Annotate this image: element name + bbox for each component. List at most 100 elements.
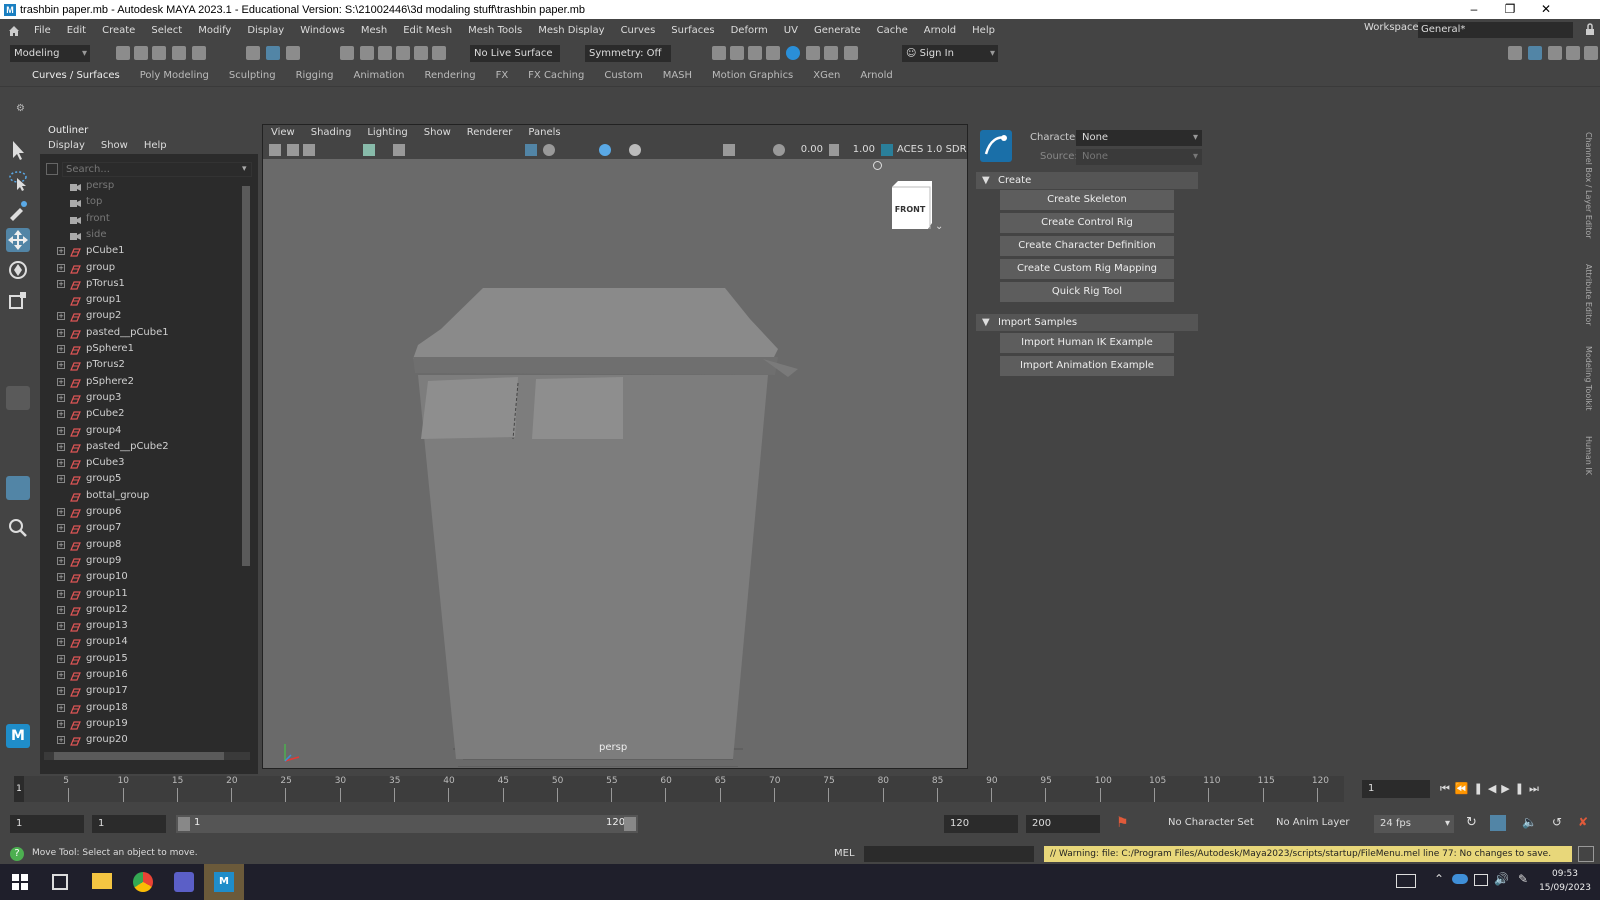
auto-key-icon[interactable]: ⚑	[1116, 815, 1129, 831]
viewport-menu-show[interactable]: Show	[416, 125, 459, 141]
outliner-hscrollbar[interactable]	[44, 752, 250, 760]
play-backward-icon[interactable]: ◀	[1488, 782, 1501, 795]
current-frame-field[interactable]: 1	[1362, 780, 1430, 798]
clock-time[interactable]: 09:53	[1540, 869, 1590, 879]
outliner-row[interactable]: + group13	[40, 618, 240, 634]
create-character-definition-button[interactable]: Create Character Definition	[1000, 236, 1174, 256]
gamma-field[interactable]: 1.00	[841, 143, 875, 157]
help-icon[interactable]: ?	[10, 847, 24, 861]
menu-windows[interactable]: Windows	[292, 25, 353, 36]
shelf-tab-fx-caching[interactable]: FX Caching	[518, 66, 594, 86]
outliner-row[interactable]: + pTorus1	[40, 276, 240, 292]
save-scene-icon[interactable]	[152, 46, 166, 60]
color-management-icon[interactable]	[881, 144, 893, 156]
expand-icon[interactable]: +	[57, 703, 65, 712]
outliner-row[interactable]: + pCube1	[40, 243, 240, 259]
snap-view-icon[interactable]	[396, 46, 410, 60]
exposure-icon[interactable]	[773, 144, 785, 156]
outliner-row[interactable]: + group3	[40, 390, 240, 406]
render-view-icon[interactable]	[712, 46, 726, 60]
chevron-up-icon[interactable]: ⌃	[1434, 872, 1444, 886]
channel-box-toggle-icon[interactable]	[1566, 46, 1580, 60]
outliner-row[interactable]: bottal_group	[40, 488, 240, 504]
outliner-row[interactable]: + pCube3	[40, 455, 240, 471]
menu-file[interactable]: File	[26, 25, 59, 36]
right-tab-attribute-editor[interactable]: Attribute Editor	[1584, 264, 1593, 326]
menu-select[interactable]: Select	[143, 25, 190, 36]
expand-icon[interactable]: +	[57, 654, 65, 663]
outliner-row[interactable]: + group10	[40, 569, 240, 585]
loop-icon[interactable]: ↻	[1466, 815, 1477, 830]
live-surface-field[interactable]: No Live Surface	[470, 45, 560, 62]
character-set-label[interactable]: No Character Set	[1168, 817, 1254, 828]
menu-modify[interactable]: Modify	[190, 25, 239, 36]
outliner-row[interactable]: + group19	[40, 716, 240, 732]
quick-rig-tool-button[interactable]: Quick Rig Tool	[1000, 282, 1174, 302]
create-skeleton-button[interactable]: Create Skeleton	[1000, 190, 1174, 210]
expand-icon[interactable]: +	[57, 524, 65, 533]
select-component-icon[interactable]	[286, 46, 300, 60]
expand-icon[interactable]: +	[57, 312, 65, 321]
single-perspective-layout-icon[interactable]	[6, 386, 30, 410]
paint-select-tool-icon[interactable]	[6, 198, 30, 222]
menu-edit-mesh[interactable]: Edit Mesh	[395, 25, 460, 36]
gamma-icon[interactable]	[829, 144, 839, 156]
search-icon[interactable]	[6, 516, 30, 540]
shelf-tab-mash[interactable]: MASH	[653, 66, 702, 86]
shelf-tab-arnold[interactable]: Arnold	[850, 66, 902, 86]
right-tab-modeling-toolkit[interactable]: Modeling Toolkit	[1584, 346, 1593, 410]
expand-icon[interactable]: +	[57, 247, 65, 256]
create-section-header[interactable]: ▼ Create	[976, 172, 1198, 189]
expand-icon[interactable]: +	[57, 410, 65, 419]
minimize-icon[interactable]: –	[1456, 0, 1492, 19]
outliner-row[interactable]: + pSphere1	[40, 341, 240, 357]
workspace-dropdown[interactable]: General*	[1418, 22, 1573, 38]
wireframe-on-shaded-icon[interactable]	[543, 144, 555, 156]
step-forward-key-icon[interactable]: ❚	[1515, 782, 1529, 795]
outliner-row[interactable]: side	[40, 227, 240, 243]
layer-editor-toggle-icon[interactable]	[1584, 46, 1598, 60]
task-view-icon[interactable]	[52, 874, 68, 890]
menu-mesh-tools[interactable]: Mesh Tools	[460, 25, 530, 36]
open-scene-icon[interactable]	[134, 46, 148, 60]
outliner-row[interactable]: + group4	[40, 423, 240, 439]
expand-icon[interactable]: +	[57, 263, 65, 272]
menu-mesh-display[interactable]: Mesh Display	[530, 25, 612, 36]
menu-uv[interactable]: UV	[776, 25, 806, 36]
outliner-layout-icon[interactable]	[6, 476, 30, 500]
expand-icon[interactable]: +	[57, 377, 65, 386]
four-view-layout-icon[interactable]	[6, 416, 30, 440]
teams-icon[interactable]	[174, 872, 194, 892]
import-human-ik-example-button[interactable]: Import Human IK Example	[1000, 333, 1174, 353]
rotate-tool-icon[interactable]	[6, 258, 30, 282]
new-scene-icon[interactable]	[116, 46, 130, 60]
animation-prefs-icon[interactable]: ✘	[1578, 815, 1588, 829]
go-to-end-icon[interactable]: ⏭	[1529, 782, 1544, 795]
time-slider-track[interactable]	[14, 776, 1344, 802]
menu-create[interactable]: Create	[94, 25, 143, 36]
windows-start-icon[interactable]	[12, 874, 28, 890]
outliner-row[interactable]: + pSphere2	[40, 374, 240, 390]
menu-arnold[interactable]: Arnold	[916, 25, 964, 36]
expand-icon[interactable]: +	[57, 622, 65, 631]
outliner-row[interactable]: + group5	[40, 471, 240, 487]
expand-icon[interactable]: +	[57, 508, 65, 516]
menu-cache[interactable]: Cache	[869, 25, 916, 36]
two-view-layout-icon[interactable]	[6, 446, 30, 470]
symmetry-dropdown[interactable]: Symmetry: Off	[585, 45, 671, 62]
step-back-key-icon[interactable]: ❚	[1474, 782, 1488, 795]
menu-edit[interactable]: Edit	[59, 25, 94, 36]
snap-surface-icon[interactable]	[414, 46, 428, 60]
step-back-icon[interactable]: ⏪	[1455, 782, 1474, 795]
expand-icon[interactable]: +	[57, 540, 65, 549]
file-explorer-icon[interactable]	[92, 873, 112, 889]
fps-dropdown[interactable]: 24 fps ▾	[1374, 815, 1454, 833]
arnold-ipr-icon[interactable]	[824, 46, 838, 60]
menu-deform[interactable]: Deform	[723, 25, 776, 36]
time-slider[interactable]: 5 10 15 20 25 30 35 40 45 50 55 60 65 70 75 80 85 90 95 100…	[0, 774, 1600, 804]
shelf-tab-curves-surfaces[interactable]: Curves / Surfaces	[22, 66, 130, 86]
expand-icon[interactable]: +	[57, 442, 65, 451]
playback-end-field[interactable]: 120	[944, 815, 1018, 833]
arnold-render-icon[interactable]	[806, 46, 820, 60]
move-tool-icon[interactable]	[6, 228, 30, 252]
